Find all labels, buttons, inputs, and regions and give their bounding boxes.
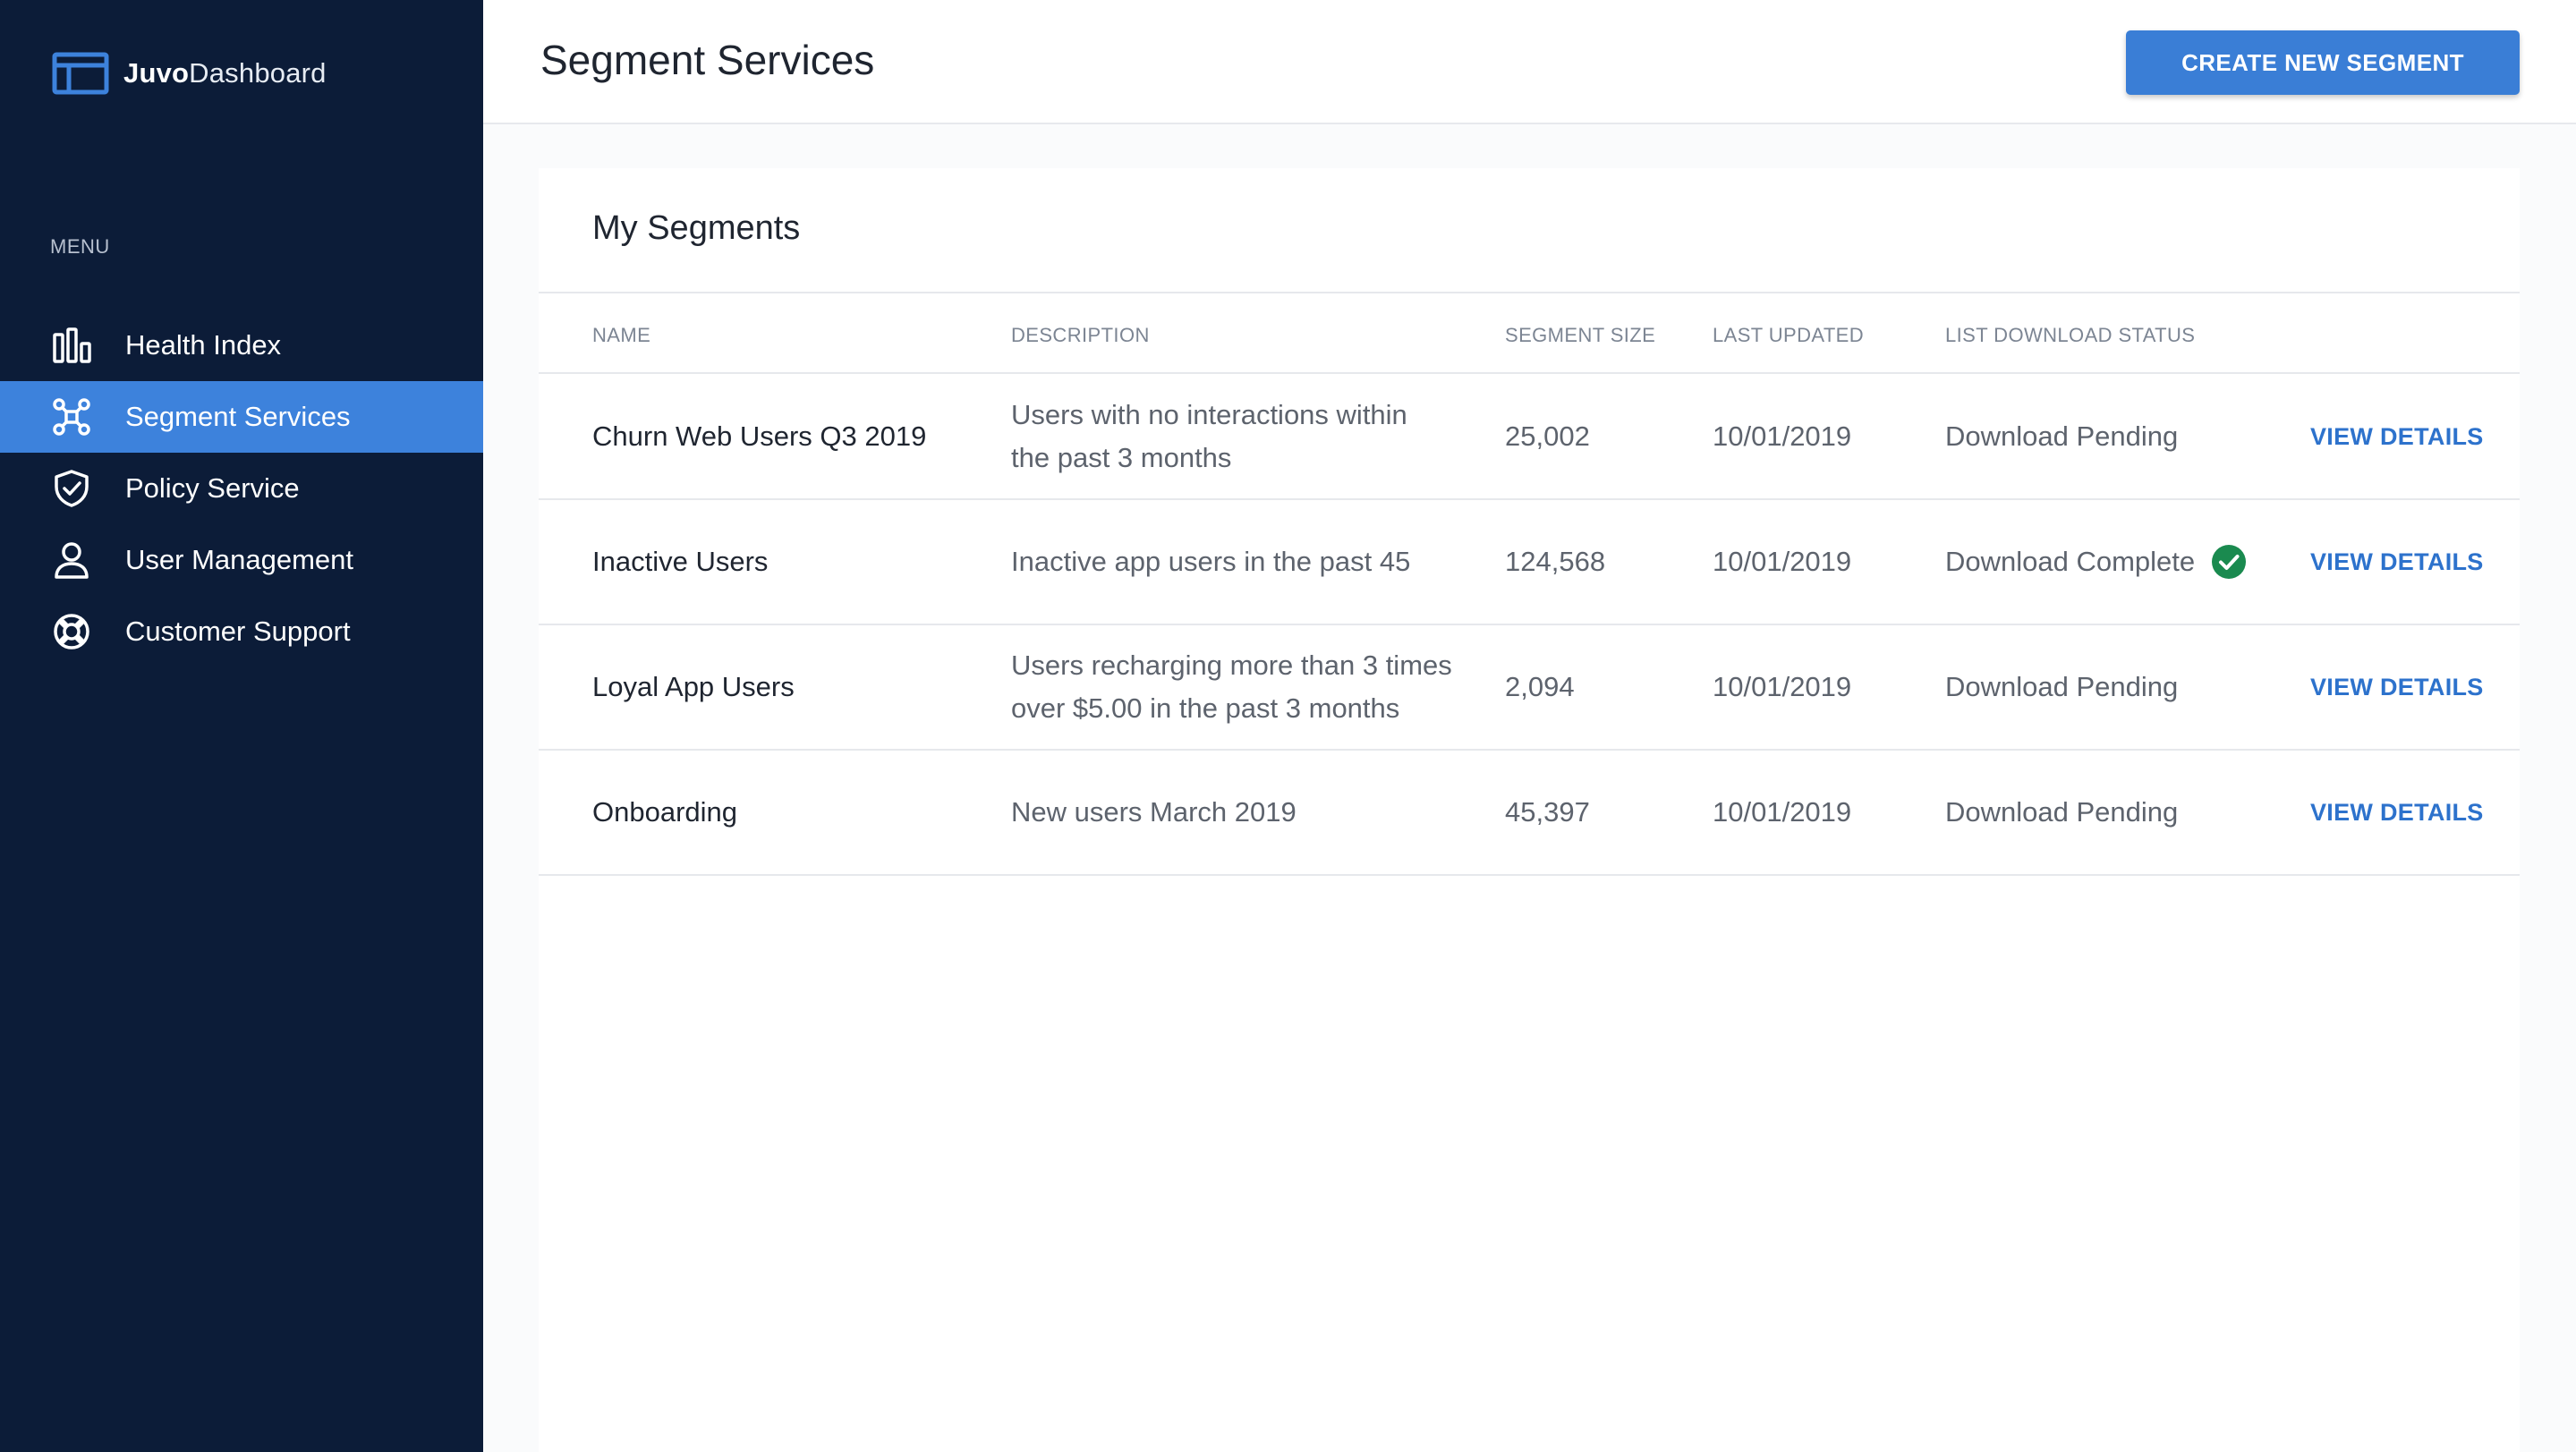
segment-size: 124,568 (1505, 546, 1606, 577)
create-new-segment-button[interactable]: CREATE NEW SEGMENT (2126, 30, 2520, 95)
sidebar: JuvoDashboard MENU Health Index Segment … (0, 0, 483, 1452)
sidebar-item-policy-service[interactable]: Policy Service (0, 453, 483, 524)
segment-size: 25,002 (1505, 420, 1590, 452)
description-line: Users recharging more than 3 times (1011, 650, 1452, 681)
card-title: My Segments (592, 209, 801, 247)
description-line: New users March 2019 (1011, 796, 1297, 828)
last-updated: 10/01/2019 (1713, 671, 1852, 702)
network-icon (50, 395, 93, 438)
bar-chart-icon (50, 324, 93, 367)
segment-description: Inactive app users in the past 45 (1011, 500, 1410, 624)
download-status: Download Pending (1945, 420, 2179, 452)
sidebar-item-label: User Management (125, 544, 354, 575)
column-header-description[interactable]: DESCRIPTION (1011, 324, 1150, 347)
view-details-link[interactable]: VIEW DETAILS (2310, 375, 2484, 498)
column-header-last-updated[interactable]: LAST UPDATED (1713, 324, 1864, 347)
download-status-text: Download Complete (1945, 546, 2196, 577)
description-line: the past 3 months (1011, 442, 1232, 473)
table-row[interactable]: Loyal App Users Users recharging more th… (539, 625, 2520, 751)
view-details-link[interactable]: VIEW DETAILS (2310, 751, 2484, 874)
segment-name: Loyal App Users (592, 671, 795, 702)
sidebar-item-health-index[interactable]: Health Index (0, 310, 483, 381)
segment-description: New users March 2019 (1011, 751, 1297, 874)
app-window: JuvoDashboard MENU Health Index Segment … (0, 0, 2576, 1452)
segment-size: 45,397 (1505, 796, 1590, 828)
brand-name: JuvoDashboard (123, 57, 327, 89)
description-line: Users with no interactions within (1011, 399, 1407, 430)
page-title: Segment Services (540, 37, 875, 83)
last-updated: 10/01/2019 (1713, 796, 1852, 828)
sidebar-nav: Health Index Segment Services Policy Ser… (0, 310, 483, 667)
check-circle-icon (2212, 545, 2247, 579)
last-updated: 10/01/2019 (1713, 420, 1852, 452)
table-header: NAME DESCRIPTION SEGMENT SIZE LAST UPDAT… (539, 293, 2520, 374)
column-header-name[interactable]: NAME (592, 324, 650, 347)
segment-description: Users recharging more than 3 times over … (1011, 625, 1452, 749)
brand-logo[interactable]: JuvoDashboard (52, 52, 327, 95)
view-details-link[interactable]: VIEW DETAILS (2310, 500, 2484, 624)
main-content: Segment Services CREATE NEW SEGMENT My S… (483, 0, 2576, 1452)
description-line: Inactive app users in the past 45 (1011, 546, 1411, 577)
sidebar-item-label: Health Index (125, 329, 282, 361)
segment-description: Users with no interactions within the pa… (1011, 375, 1407, 498)
segment-name: Churn Web Users Q3 2019 (592, 420, 927, 452)
sidebar-item-label: Policy Service (125, 472, 300, 504)
segment-name: Inactive Users (592, 546, 769, 577)
segments-card: My Segments NAME DESCRIPTION SEGMENT SIZ… (539, 168, 2520, 1452)
view-details-label[interactable]: VIEW DETAILS (2310, 423, 2484, 451)
last-updated: 10/01/2019 (1713, 546, 1852, 577)
view-details-label[interactable]: VIEW DETAILS (2310, 548, 2484, 576)
table-row[interactable]: Churn Web Users Q3 2019 Users with no in… (539, 375, 2520, 500)
view-details-label[interactable]: VIEW DETAILS (2310, 674, 2484, 701)
segment-size: 2,094 (1505, 671, 1575, 702)
lifebuoy-icon (50, 610, 93, 653)
download-status: Download Complete (1945, 500, 2247, 624)
sidebar-item-customer-support[interactable]: Customer Support (0, 596, 483, 667)
top-bar: Segment Services CREATE NEW SEGMENT (483, 0, 2576, 124)
description-line: over $5.00 in the past 3 months (1011, 692, 1400, 724)
column-header-download-status[interactable]: LIST DOWNLOAD STATUS (1945, 324, 2195, 347)
table-row[interactable]: Onboarding New users March 2019 45,397 1… (539, 751, 2520, 876)
view-details-link[interactable]: VIEW DETAILS (2310, 625, 2484, 749)
table-row[interactable]: Inactive Users Inactive app users in the… (539, 500, 2520, 625)
sidebar-item-label: Customer Support (125, 616, 351, 647)
sidebar-item-segment-services[interactable]: Segment Services (0, 381, 483, 453)
view-details-label[interactable]: VIEW DETAILS (2310, 799, 2484, 827)
brand-name-bold: Juvo (123, 57, 190, 89)
dashboard-window-icon (52, 52, 109, 95)
shield-icon (50, 467, 93, 510)
brand-name-rest: Dashboard (189, 57, 327, 89)
user-icon (50, 539, 93, 582)
download-status: Download Pending (1945, 796, 2179, 828)
sidebar-item-label: Segment Services (125, 401, 351, 432)
column-header-segment-size[interactable]: SEGMENT SIZE (1505, 324, 1655, 347)
sidebar-item-user-management[interactable]: User Management (0, 524, 483, 596)
segment-name: Onboarding (592, 796, 738, 828)
menu-label: MENU (50, 235, 110, 258)
download-status: Download Pending (1945, 671, 2179, 702)
